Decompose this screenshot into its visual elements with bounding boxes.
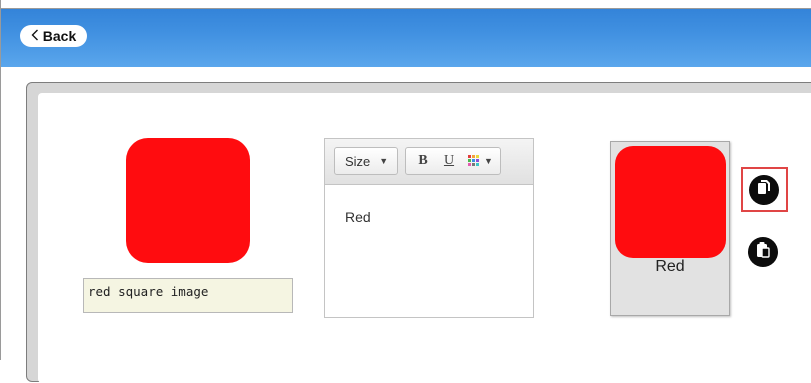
color-palette-icon <box>468 155 480 167</box>
header-bar <box>1 0 811 67</box>
copy-icon <box>756 179 772 201</box>
editor-toolbar: Size ▼ B U ▼ <box>325 139 533 185</box>
caret-down-icon: ▼ <box>379 156 389 166</box>
editor-content[interactable]: Red <box>345 209 371 225</box>
red-square-image[interactable] <box>126 138 250 263</box>
caret-down-icon: ▼ <box>484 156 493 166</box>
format-button-group: B U ▼ <box>405 147 501 175</box>
back-button-label: Back <box>42 28 77 44</box>
image-caption-field[interactable]: red square image <box>83 278 293 313</box>
copy-button[interactable] <box>749 175 779 205</box>
rich-text-editor[interactable]: Size ▼ B U ▼ Red <box>324 138 534 318</box>
paste-button[interactable] <box>748 237 778 267</box>
bold-button[interactable]: B <box>416 152 430 170</box>
header-top-rule <box>1 0 811 9</box>
font-size-label: Size <box>345 153 371 169</box>
preview-card[interactable]: Red <box>610 141 730 316</box>
underline-button[interactable]: U <box>442 152 456 170</box>
preview-red-square <box>615 146 726 258</box>
text-color-button[interactable]: ▼ <box>466 152 496 170</box>
app-window: Back red square image Size ▼ B U ▼ Red R… <box>0 0 811 383</box>
chevron-left-icon <box>31 29 41 43</box>
back-button[interactable]: Back <box>20 25 87 47</box>
preview-label: Red <box>655 258 685 275</box>
font-size-dropdown[interactable]: Size ▼ <box>334 147 398 175</box>
paste-icon <box>755 241 771 263</box>
